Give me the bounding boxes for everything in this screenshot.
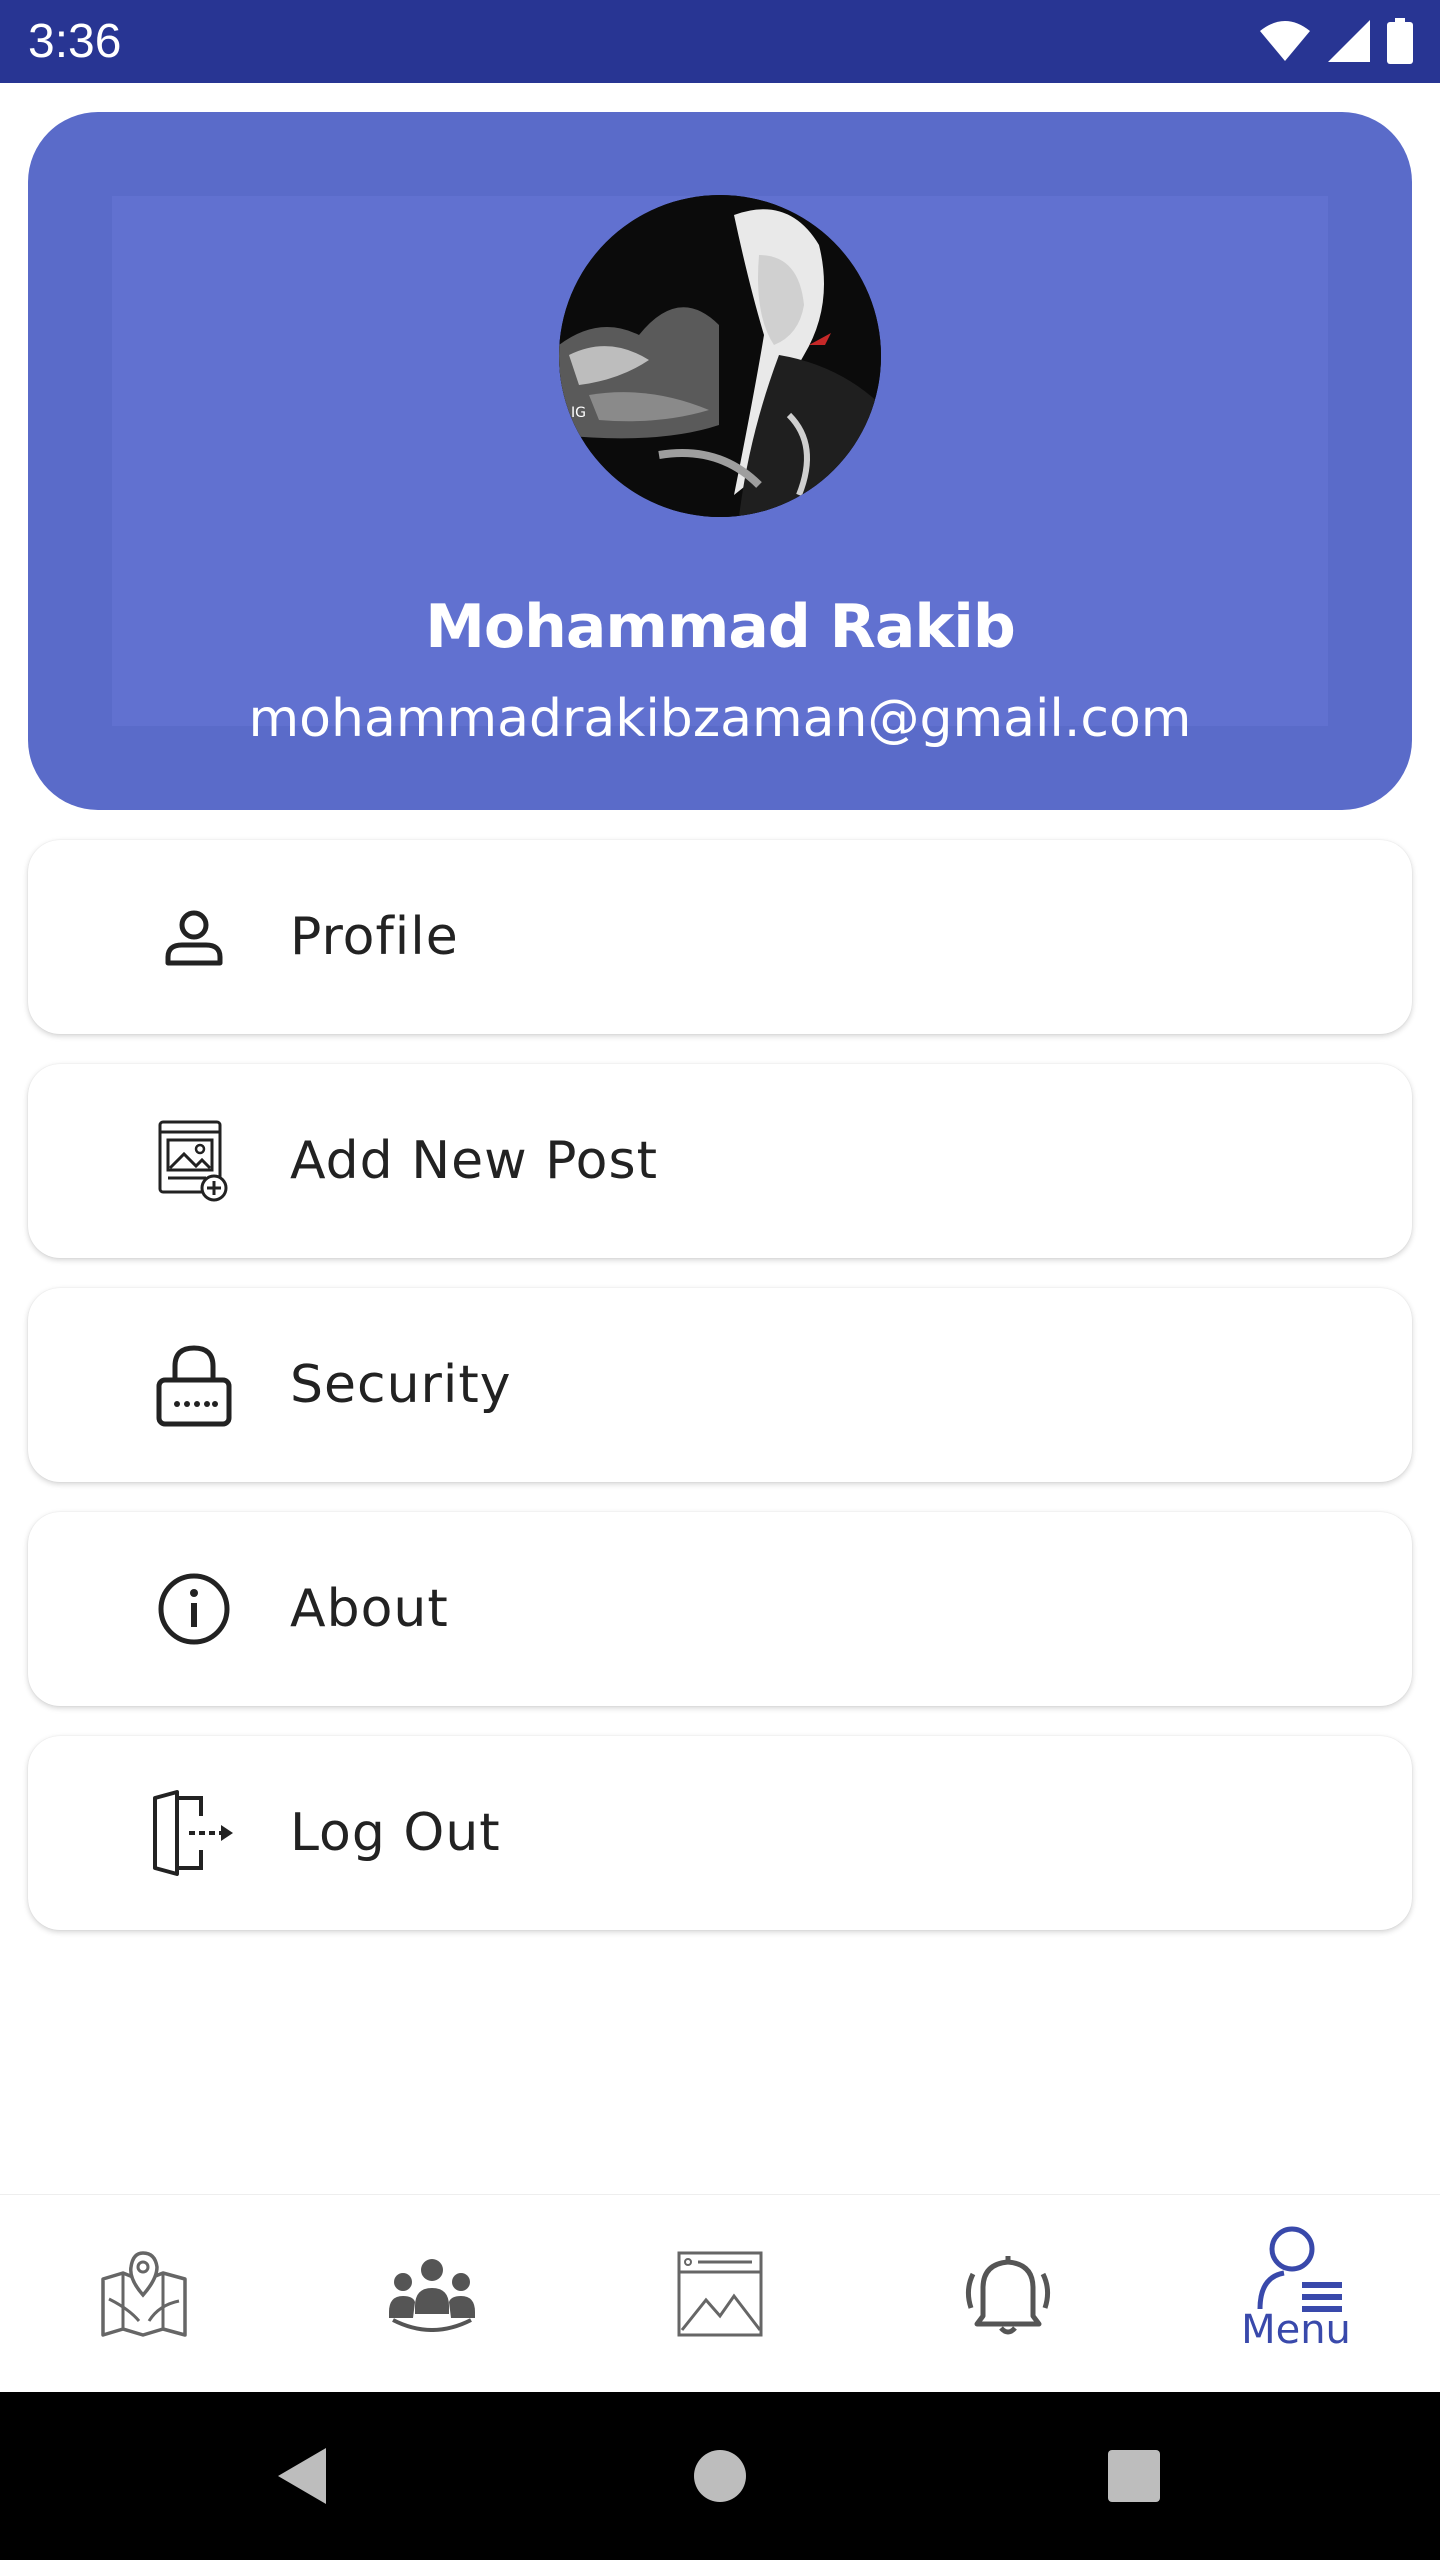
menu-item-label: Add New Post [290, 1131, 658, 1191]
home-icon [694, 2450, 746, 2502]
menu-item-label: Profile [290, 907, 459, 967]
nav-menu-label: Menu [1241, 2307, 1351, 2353]
bell-icon [965, 2256, 1051, 2335]
user-email: mohammadrakibzaman@gmail.com [248, 689, 1192, 749]
back-button[interactable] [258, 2432, 346, 2520]
menu-item-label: About [290, 1579, 449, 1639]
nav-item-feed[interactable] [576, 2195, 864, 2393]
status-time: 3:36 [28, 15, 122, 68]
signal-icon [1328, 20, 1370, 62]
status-bar: 3:36 [0, 0, 1440, 83]
nav-item-groups[interactable] [288, 2195, 576, 2393]
menu-item-profile[interactable]: Profile [28, 840, 1412, 1034]
nav-item-menu[interactable]: Menu [1152, 2195, 1440, 2393]
lock-icon [146, 1337, 242, 1433]
recents-button[interactable] [1090, 2432, 1178, 2520]
image-feed-icon [677, 2251, 763, 2337]
avatar[interactable]: IG [559, 195, 881, 517]
system-navigation-bar [0, 2392, 1440, 2560]
recents-icon [1108, 2450, 1160, 2502]
add-image-post-icon [146, 1113, 242, 1209]
home-button[interactable] [676, 2432, 764, 2520]
status-icons [1258, 16, 1414, 66]
person-icon [146, 889, 242, 985]
menu-item-label: Security [290, 1355, 512, 1415]
group-icon [389, 2259, 475, 2332]
user-name: Mohammad Rakib [425, 592, 1016, 662]
user-menu-icon [1257, 2226, 1342, 2312]
logout-icon [146, 1785, 242, 1881]
svg-text:IG: IG [571, 405, 586, 421]
nav-item-notifications[interactable] [864, 2195, 1152, 2393]
menu-item-add-new-post[interactable]: Add New Post [28, 1064, 1412, 1258]
map-icon [101, 2251, 187, 2337]
menu-item-log-out[interactable]: Log Out [28, 1736, 1412, 1930]
wifi-icon [1260, 21, 1310, 61]
menu-item-label: Log Out [290, 1803, 501, 1863]
battery-icon [1387, 18, 1413, 64]
bottom-navigation: Menu [0, 2194, 1440, 2393]
info-icon [146, 1561, 242, 1657]
nav-item-map[interactable] [0, 2195, 288, 2393]
menu-item-security[interactable]: Security [28, 1288, 1412, 1482]
back-icon [278, 2448, 326, 2504]
menu-item-about[interactable]: About [28, 1512, 1412, 1706]
profile-header-card: IG Mohammad Rakib mohammadrakibzaman@gma… [28, 112, 1412, 810]
